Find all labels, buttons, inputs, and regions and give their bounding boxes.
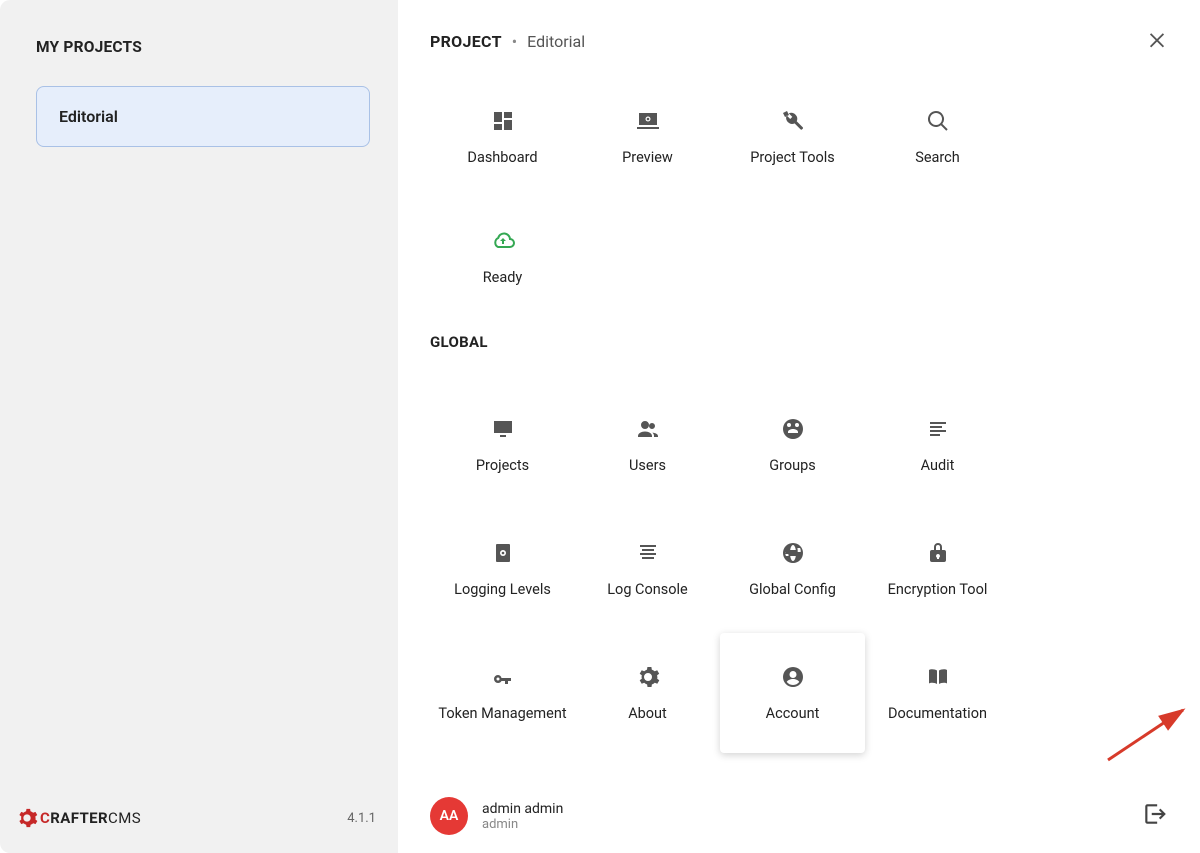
tile-account[interactable]: Account	[720, 633, 865, 753]
tile-dashboard[interactable]: Dashboard	[430, 77, 575, 197]
avatar[interactable]: AA	[430, 797, 468, 835]
tile-label: Dashboard	[467, 149, 537, 167]
close-icon[interactable]	[1146, 28, 1168, 54]
tile-documentation[interactable]: Documentation	[865, 633, 1010, 753]
preview-icon	[634, 107, 662, 135]
tile-projects[interactable]: Projects	[430, 385, 575, 505]
tile-groups[interactable]: Groups	[720, 385, 865, 505]
projects-icon	[489, 415, 517, 443]
dashboard-icon	[489, 107, 517, 135]
sidebar-item-editorial[interactable]: Editorial	[36, 86, 370, 147]
logout-icon[interactable]	[1142, 801, 1168, 831]
lock-icon	[924, 539, 952, 567]
book-icon	[924, 663, 952, 691]
tile-label: Project Tools	[750, 149, 835, 167]
tools-icon	[779, 107, 807, 135]
tile-search[interactable]: Search	[865, 77, 1010, 197]
tile-users[interactable]: Users	[575, 385, 720, 505]
tile-label: About	[628, 705, 667, 723]
tile-label: Audit	[921, 457, 955, 475]
tile-label: Search	[915, 149, 960, 167]
users-icon	[634, 415, 662, 443]
brand-logo: CRAFTERCMS	[16, 807, 141, 829]
tile-label: Ready	[483, 269, 523, 287]
tile-global-config[interactable]: Global Config	[720, 509, 865, 629]
main-panel: PROJECT • Editorial Dashboard Preview	[398, 0, 1200, 853]
settings-file-icon	[489, 539, 517, 567]
key-icon	[489, 663, 517, 691]
user-username: admin	[482, 817, 563, 832]
tile-project-tools[interactable]: Project Tools	[720, 77, 865, 197]
breadcrumb: PROJECT • Editorial	[430, 32, 1168, 51]
tile-ready[interactable]: Ready	[430, 197, 575, 317]
tile-encryption[interactable]: Encryption Tool	[865, 509, 1010, 629]
brand-text: CRAFTERCMS	[40, 809, 141, 827]
tile-label: Token Management	[438, 705, 566, 723]
tile-token-management[interactable]: Token Management	[430, 633, 575, 753]
groups-icon	[779, 415, 807, 443]
sidebar-title: MY PROJECTS	[0, 38, 398, 86]
cloud-upload-icon	[489, 227, 517, 255]
account-icon	[779, 663, 807, 691]
section-global: GLOBAL	[430, 333, 1168, 351]
tile-log-console[interactable]: Log Console	[575, 509, 720, 629]
globe-icon	[779, 539, 807, 567]
tile-about[interactable]: About	[575, 633, 720, 753]
tile-label: Preview	[622, 149, 673, 167]
tile-label: Users	[629, 457, 666, 475]
gear-icon	[634, 663, 662, 691]
tile-label: Global Config	[749, 581, 836, 599]
tile-label: Encryption Tool	[888, 581, 988, 599]
tile-label: Groups	[769, 457, 816, 475]
log-icon	[634, 539, 662, 567]
tile-label: Log Console	[607, 581, 688, 599]
tile-label: Documentation	[888, 705, 987, 723]
version-label: 4.1.1	[347, 811, 376, 826]
tile-audit[interactable]: Audit	[865, 385, 1010, 505]
search-icon	[924, 107, 952, 135]
tile-label: Account	[766, 705, 820, 723]
tile-label: Logging Levels	[454, 581, 551, 599]
sidebar: MY PROJECTS Editorial CRAFTERCMS 4.1.1	[0, 0, 398, 853]
audit-icon	[924, 415, 952, 443]
user-display-name: admin admin	[482, 801, 563, 817]
tile-label: Projects	[476, 457, 529, 475]
tile-preview[interactable]: Preview	[575, 77, 720, 197]
tile-logging-levels[interactable]: Logging Levels	[430, 509, 575, 629]
gear-icon	[16, 807, 38, 829]
